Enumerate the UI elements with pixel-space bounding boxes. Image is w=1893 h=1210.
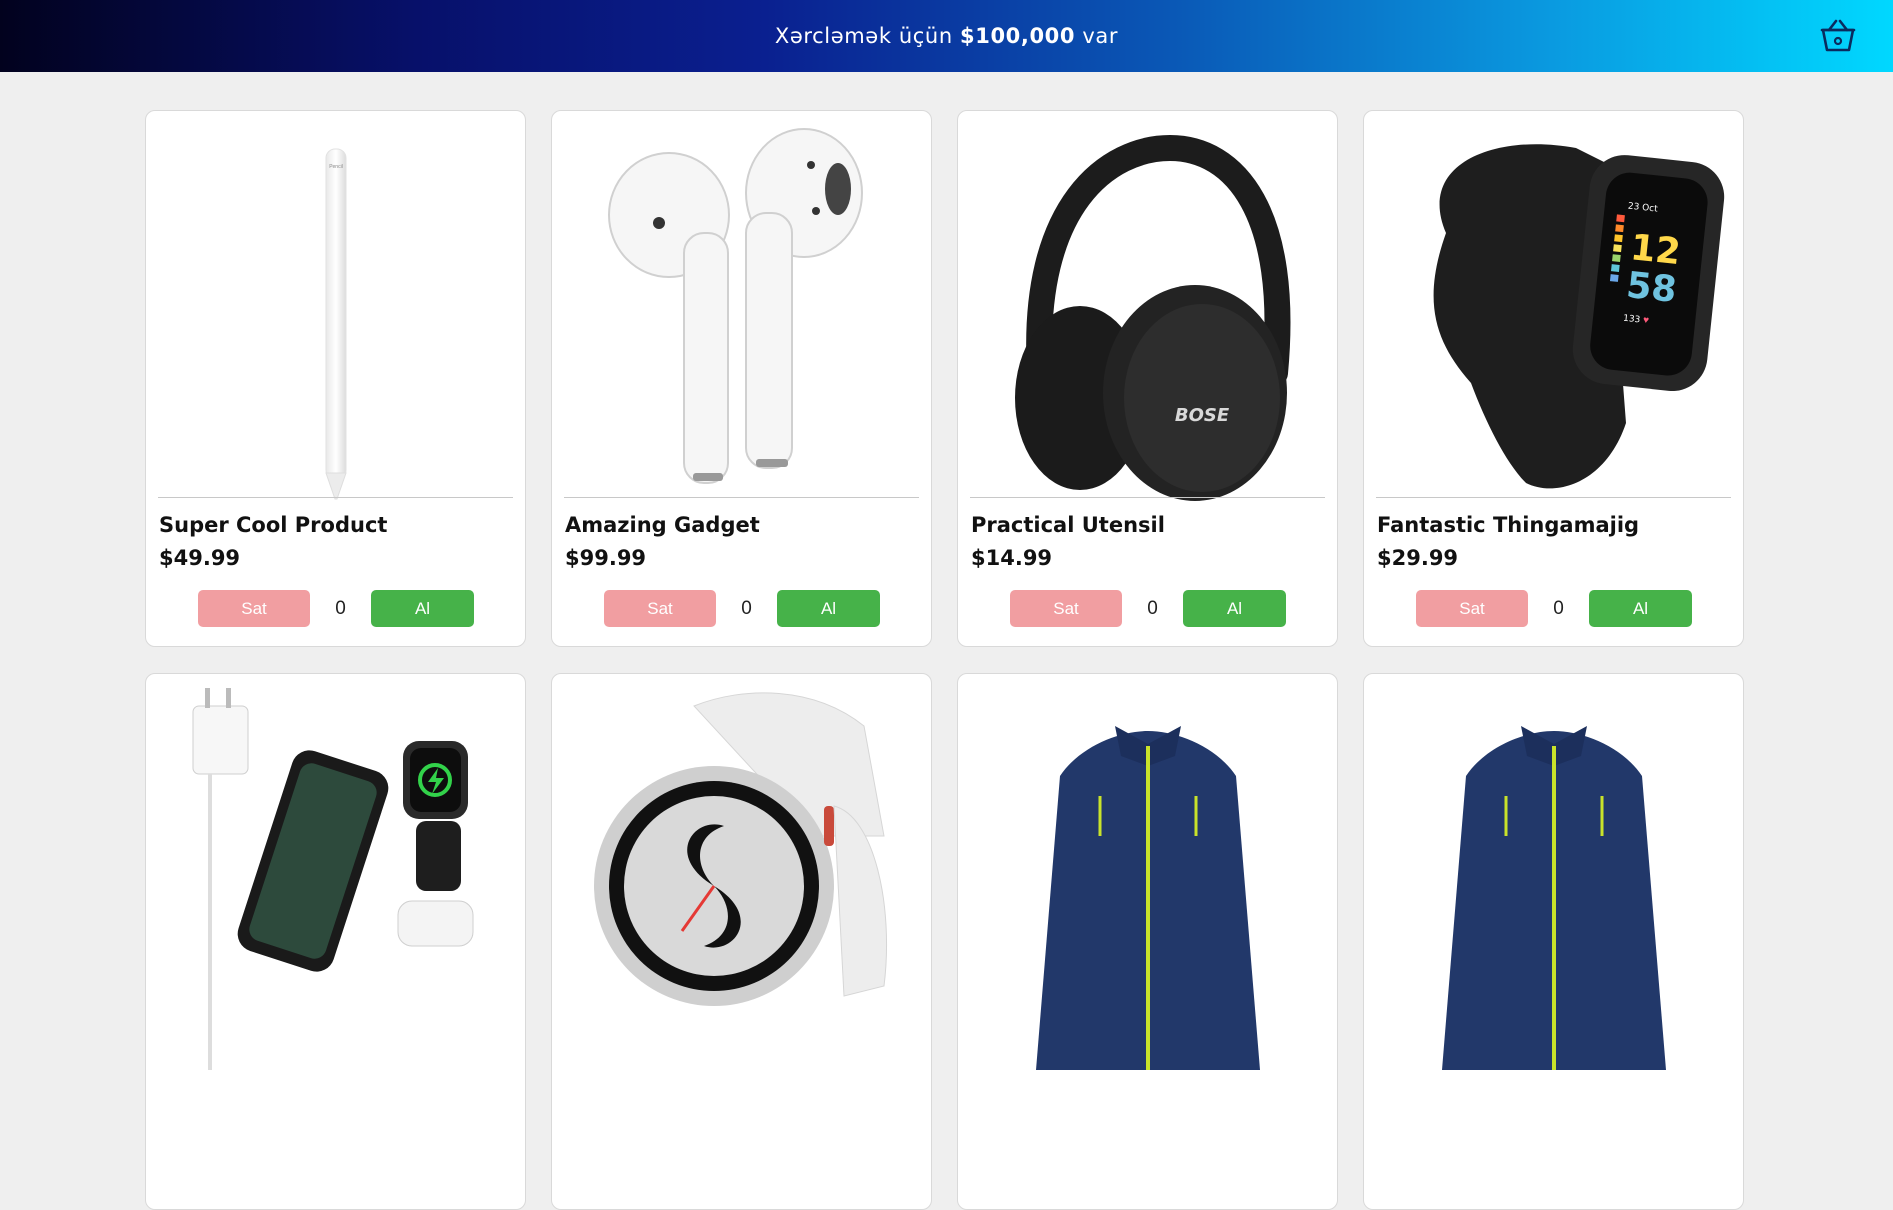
product-grid: Pencil Super Cool Product $49.99 Sat 0 A… [145,110,1745,1210]
product-controls: Sat 0 Al [198,590,474,627]
product-image-fleece-jacket [1376,686,1731,1070]
quantity-value: 0 [1553,597,1564,619]
top-bar: Xərcləmək üçün $100,000 var [0,0,1893,72]
product-price: $99.99 [565,546,647,570]
product-card [145,673,526,1210]
product-card [1363,673,1744,1210]
svg-text:Pencil: Pencil [329,164,343,170]
product-image-earbuds [564,123,919,507]
basket-icon[interactable] [1819,18,1857,54]
balance-text: Xərcləmək üçün $100,000 var [775,24,1118,48]
sell-button[interactable]: Sat [198,590,310,627]
svg-text:58: 58 [1624,265,1678,311]
product-image-charging-station [158,686,513,1070]
product-image-headphones: BOSE [970,123,1325,507]
product-controls: Sat 0 Al [1416,590,1692,627]
sell-button[interactable]: Sat [604,590,716,627]
svg-text:BOSE: BOSE [1175,405,1230,426]
product-price: $49.99 [159,546,241,570]
buy-button[interactable]: Al [371,590,474,627]
product-card [957,673,1338,1210]
sell-button[interactable]: Sat [1416,590,1528,627]
card-divider [564,497,919,498]
product-image-fitness-band: 23 Oct 12 58 133 ♥ [1376,123,1731,507]
quantity-value: 0 [741,597,752,619]
balance-prefix: Xərcləmək üçün [774,24,953,48]
buy-button[interactable]: Al [777,590,880,627]
product-card: 23 Oct 12 58 133 ♥ Fantastic Thingamajig… [1363,110,1744,647]
svg-text:♥: ♥ [1642,315,1649,327]
card-divider [158,497,513,498]
product-name: Amazing Gadget [565,513,760,537]
svg-text:133: 133 [1623,314,1641,326]
buy-button[interactable]: Al [1589,590,1692,627]
product-image-stylus: Pencil [158,123,513,507]
balance-suffix: var [1082,24,1119,48]
product-card: Pencil Super Cool Product $49.99 Sat 0 A… [145,110,526,647]
product-name: Fantastic Thingamajig [1377,513,1640,537]
quantity-value: 0 [1147,597,1158,619]
product-controls: Sat 0 Al [604,590,880,627]
quantity-value: 0 [335,597,346,619]
product-card: Amazing Gadget $99.99 Sat 0 Al [551,110,932,647]
product-controls: Sat 0 Al [1010,590,1286,627]
product-price: $29.99 [1377,546,1459,570]
buy-button[interactable]: Al [1183,590,1286,627]
balance-amount: $100,000 [960,24,1076,48]
sell-button[interactable]: Sat [1010,590,1122,627]
card-divider [970,497,1325,498]
product-card: BOSE Practical Utensil $14.99 Sat 0 Al [957,110,1338,647]
product-card [551,673,932,1210]
product-image-smartwatch [564,686,919,1070]
card-divider [1376,497,1731,498]
product-name: Super Cool Product [159,513,388,537]
product-price: $14.99 [971,546,1053,570]
product-image-fleece-jacket [970,686,1325,1070]
product-name: Practical Utensil [971,513,1165,537]
